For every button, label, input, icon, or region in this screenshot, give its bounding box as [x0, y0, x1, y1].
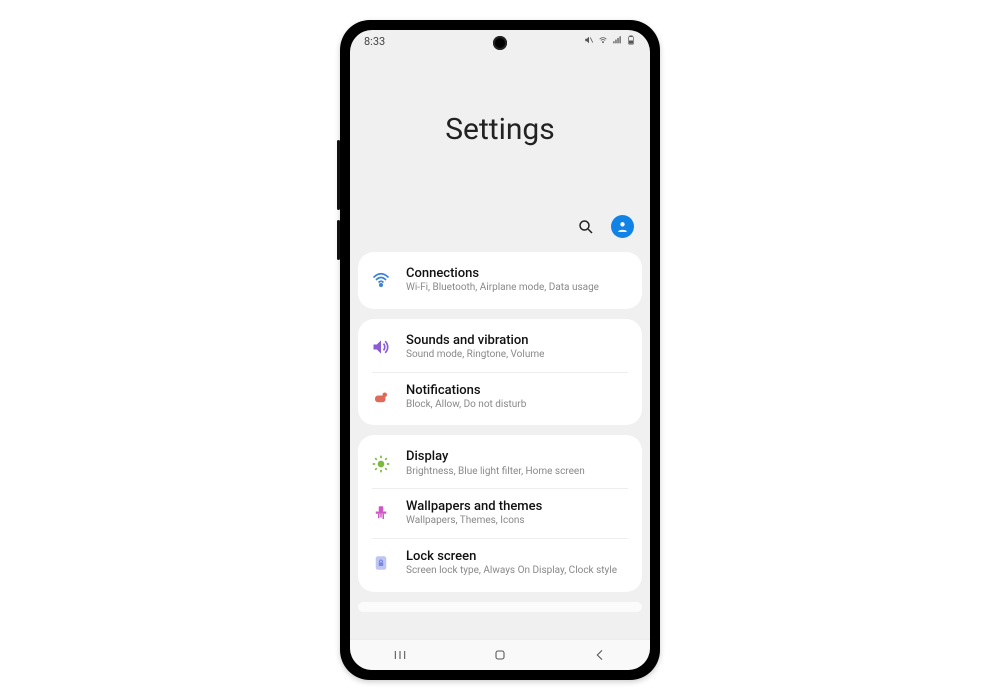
account-button[interactable] [611, 215, 634, 238]
connections-row[interactable]: Connections Wi-Fi, Bluetooth, Airplane m… [358, 256, 642, 305]
notifications-row[interactable]: Notifications Block, Allow, Do not distu… [372, 372, 628, 422]
punch-hole-camera [493, 36, 507, 50]
row-subtitle: Wallpapers, Themes, Icons [406, 515, 542, 528]
battery-icon [626, 35, 636, 48]
mute-icon [584, 35, 594, 48]
row-subtitle: Screen lock type, Always On Display, Clo… [406, 565, 617, 578]
lockscreen-row[interactable]: Lock screen Screen lock type, Always On … [372, 538, 628, 588]
recents-button[interactable] [380, 647, 420, 663]
settings-group-partial [358, 602, 642, 612]
row-subtitle: Block, Allow, Do not disturb [406, 399, 526, 412]
row-title: Lock screen [406, 549, 617, 565]
notification-icon [370, 386, 392, 408]
speaker-icon [370, 336, 392, 358]
row-title: Notifications [406, 383, 526, 399]
page-title: Settings [350, 112, 650, 147]
wifi-icon [598, 35, 608, 48]
settings-group: Connections Wi-Fi, Bluetooth, Airplane m… [358, 252, 642, 309]
lock-icon [370, 552, 392, 574]
settings-list[interactable]: Connections Wi-Fi, Bluetooth, Airplane m… [350, 252, 650, 640]
row-title: Wallpapers and themes [406, 499, 542, 515]
back-button[interactable] [580, 647, 620, 663]
system-nav-bar [350, 639, 650, 670]
person-icon [616, 220, 629, 233]
row-title: Connections [406, 266, 599, 282]
status-time: 8:33 [364, 35, 385, 48]
sounds-row[interactable]: Sounds and vibration Sound mode, Rington… [358, 323, 642, 372]
wifi-icon [370, 269, 392, 291]
screen: 8:33 Settings [350, 30, 650, 670]
row-subtitle: Wi-Fi, Bluetooth, Airplane mode, Data us… [406, 282, 599, 295]
row-title: Sounds and vibration [406, 333, 544, 349]
row-subtitle: Brightness, Blue light filter, Home scre… [406, 466, 585, 479]
header: Settings [350, 52, 650, 252]
search-icon [577, 218, 595, 236]
wallpapers-row[interactable]: Wallpapers and themes Wallpapers, Themes… [372, 488, 628, 538]
home-button[interactable] [480, 647, 520, 663]
row-subtitle: Sound mode, Ringtone, Volume [406, 349, 544, 362]
status-indicators [584, 35, 636, 48]
settings-group: Display Brightness, Blue light filter, H… [358, 435, 642, 591]
display-row[interactable]: Display Brightness, Blue light filter, H… [358, 439, 642, 488]
search-button[interactable] [575, 216, 597, 238]
row-title: Display [406, 449, 585, 465]
brush-icon [370, 502, 392, 524]
brightness-icon [370, 453, 392, 475]
phone-frame: 8:33 Settings [340, 20, 660, 680]
settings-group: Sounds and vibration Sound mode, Rington… [358, 319, 642, 426]
signal-icon [612, 35, 622, 48]
